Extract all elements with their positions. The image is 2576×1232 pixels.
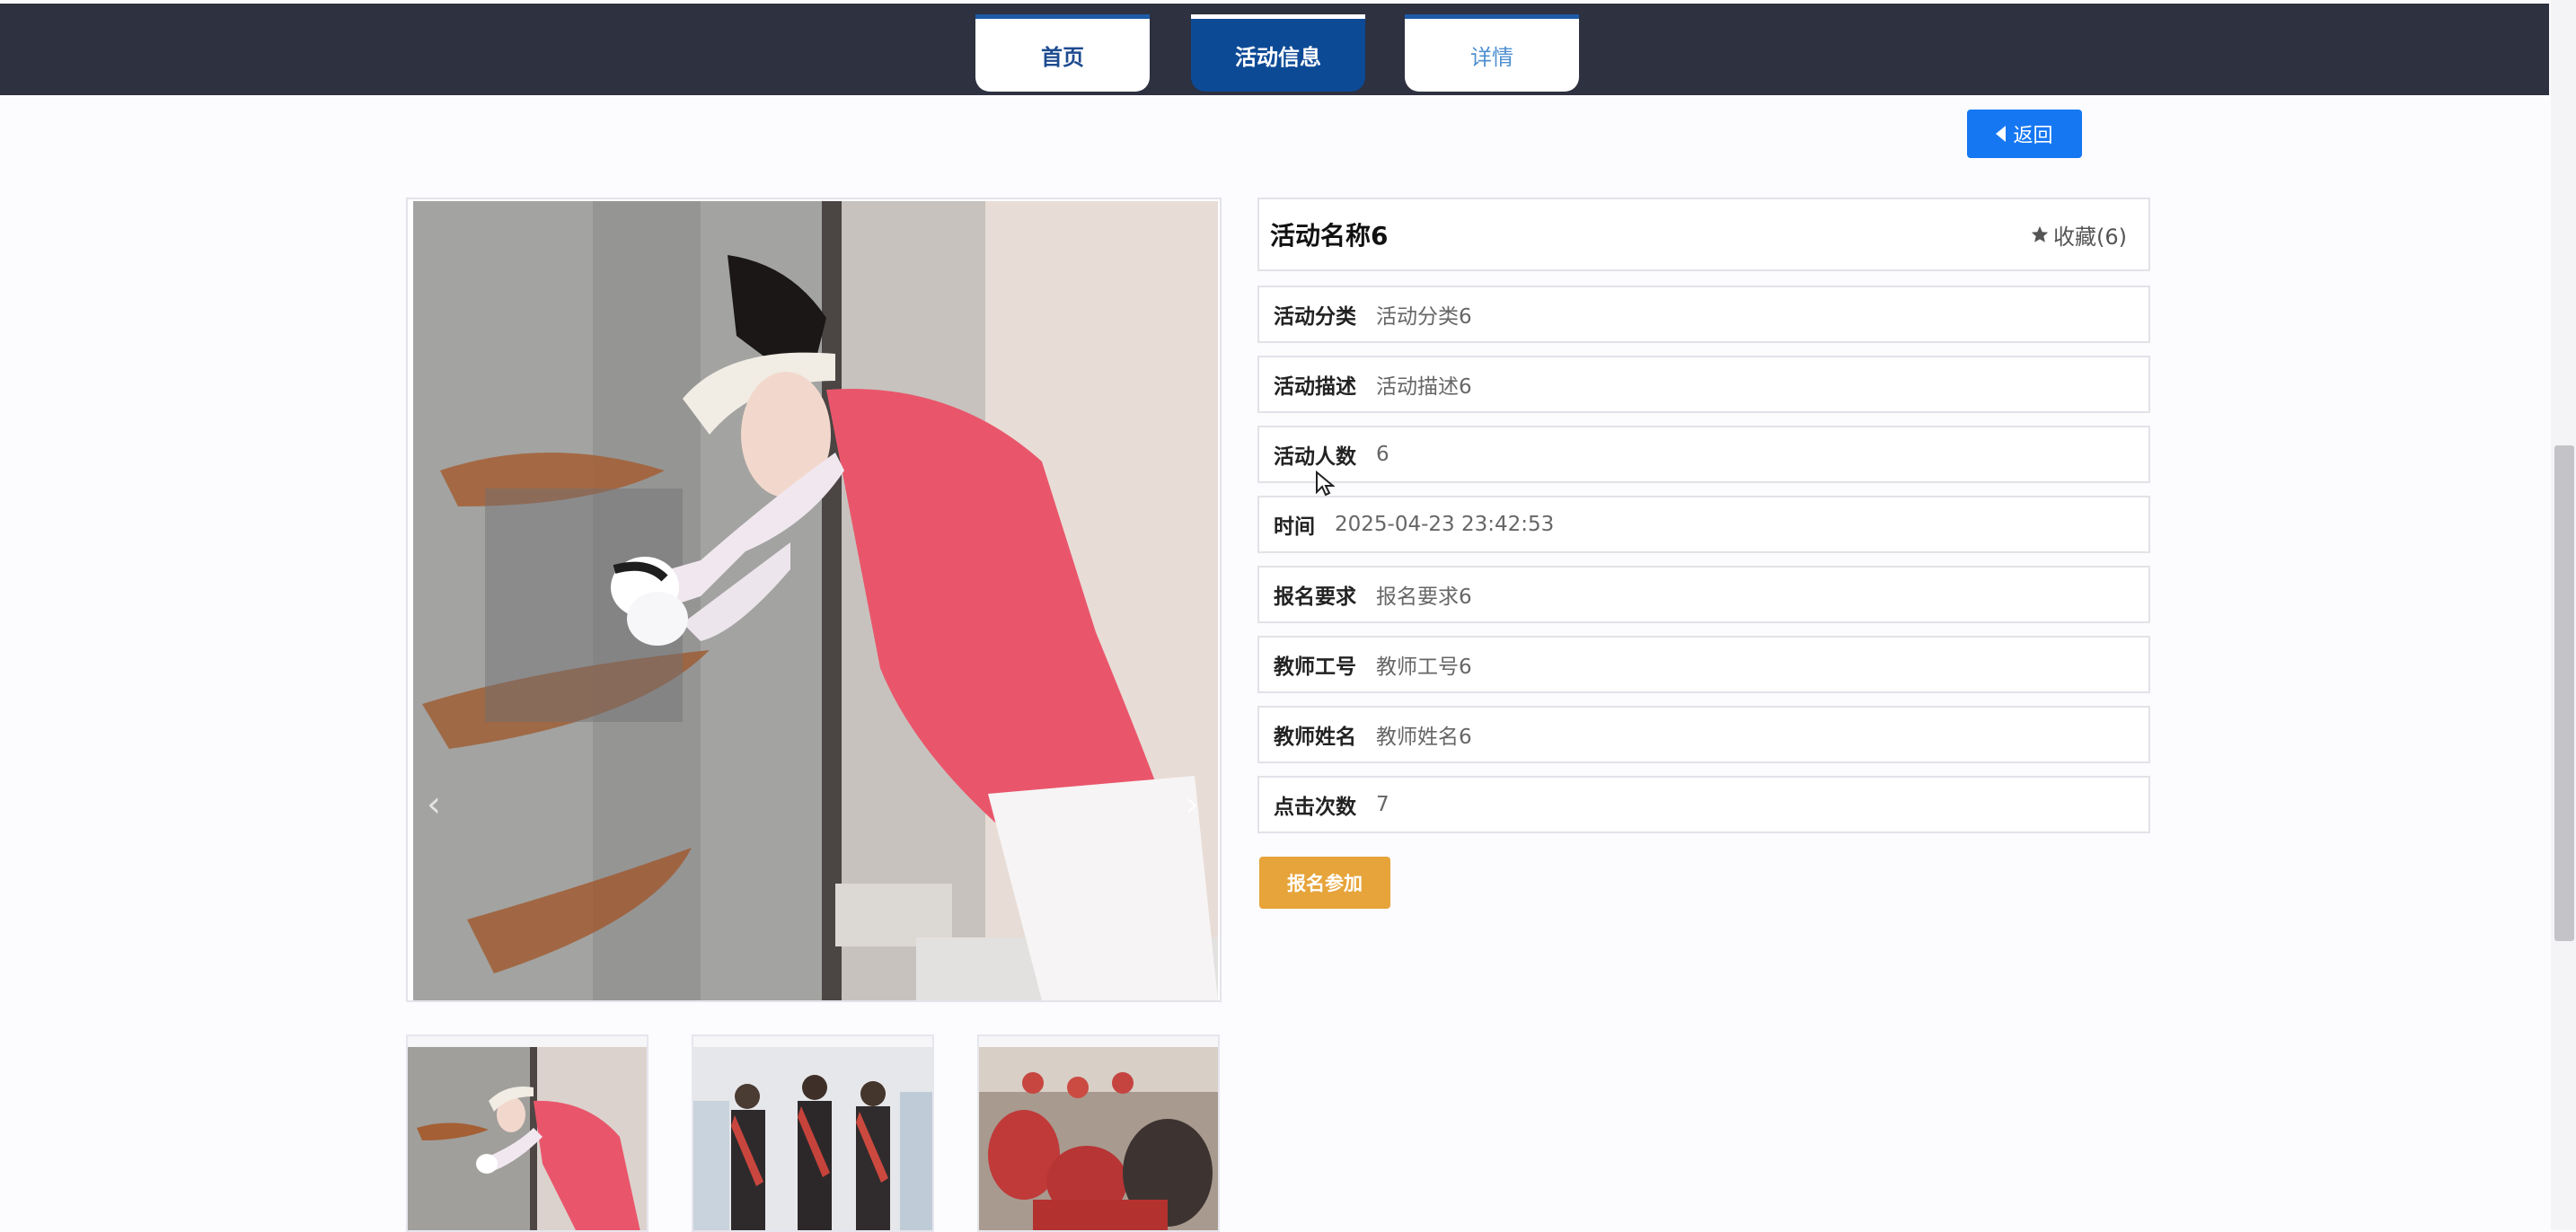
caret-left-icon <box>1996 126 2007 142</box>
carousel-prev-icon[interactable]: ‹ <box>420 787 447 823</box>
star-icon <box>2031 225 2049 242</box>
field-label: 教师姓名 <box>1274 726 1356 749</box>
carousel-next-icon[interactable]: › <box>1178 787 1205 823</box>
thumbnail-volunteers-outdoor-image <box>979 1047 1218 1230</box>
scrollbar-thumb[interactable] <box>2554 445 2574 941</box>
tab-home-label: 首页 <box>1041 45 1084 70</box>
volunteer-cleaning-photo <box>413 201 1218 1000</box>
thumbnail-3[interactable] <box>977 1034 1220 1232</box>
thumbnail-2[interactable] <box>692 1034 934 1232</box>
tab-home[interactable]: 首页 <box>975 14 1150 92</box>
back-button[interactable]: 返回 <box>1967 110 2082 158</box>
field-label: 时间 <box>1274 515 1315 539</box>
field-row-category: 活动分类 活动分类6 <box>1257 286 2150 343</box>
field-value: 7 <box>1376 793 1389 816</box>
field-row-teacher-name: 教师姓名 教师姓名6 <box>1257 706 2150 763</box>
image-carousel: ‹ › <box>406 198 1222 1002</box>
field-value: 6 <box>1376 443 1389 466</box>
field-row-participants: 活动人数 6 <box>1257 426 2150 483</box>
favorite-button[interactable]: 收藏(6) <box>2030 199 2127 269</box>
thumbnail-1[interactable] <box>406 1034 648 1232</box>
field-row-requirements: 报名要求 报名要求6 <box>1257 566 2150 623</box>
field-value: 2025-04-23 23:42:53 <box>1335 513 1555 536</box>
field-row-teacher-id: 教师工号 教师工号6 <box>1257 636 2150 693</box>
field-row-description: 活动描述 活动描述6 <box>1257 356 2150 413</box>
tab-activity-info-label: 活动信息 <box>1235 45 1321 70</box>
activity-title-row: 活动名称6 收藏(6) <box>1257 198 2150 271</box>
mouse-cursor-icon <box>1316 471 1335 497</box>
tab-activity-info[interactable]: 活动信息 <box>1191 14 1365 92</box>
field-label: 活动分类 <box>1274 305 1356 329</box>
back-button-label: 返回 <box>2013 125 2053 147</box>
field-value: 教师工号6 <box>1376 656 1472 679</box>
thumbnail-volunteer-cleaning-image <box>408 1047 647 1230</box>
tab-details-label: 详情 <box>1470 45 1513 70</box>
field-label: 点击次数 <box>1274 796 1356 819</box>
field-value: 报名要求6 <box>1376 585 1472 609</box>
field-label: 活动描述 <box>1274 375 1356 399</box>
thumbnail-volunteers-sashes-image <box>693 1047 932 1230</box>
page-scrollbar[interactable] <box>2551 0 2576 1230</box>
top-navigation-bar: 首页 活动信息 详情 <box>0 4 2549 95</box>
main-activity-photo <box>413 201 1218 1000</box>
field-value: 活动描述6 <box>1376 375 1472 399</box>
activity-title: 活动名称6 <box>1270 221 1389 251</box>
favorite-label: 收藏(6) <box>2053 224 2127 250</box>
field-label: 活动人数 <box>1274 445 1356 469</box>
field-label: 报名要求 <box>1274 585 1356 609</box>
signup-button[interactable]: 报名参加 <box>1259 857 1390 909</box>
field-value: 活动分类6 <box>1376 305 1472 329</box>
field-row-click-count: 点击次数 7 <box>1257 776 2150 833</box>
field-row-time: 时间 2025-04-23 23:42:53 <box>1257 496 2150 553</box>
signup-button-label: 报名参加 <box>1287 873 1363 894</box>
tab-details[interactable]: 详情 <box>1405 14 1579 92</box>
field-value: 教师姓名6 <box>1376 726 1472 749</box>
field-label: 教师工号 <box>1274 656 1356 679</box>
